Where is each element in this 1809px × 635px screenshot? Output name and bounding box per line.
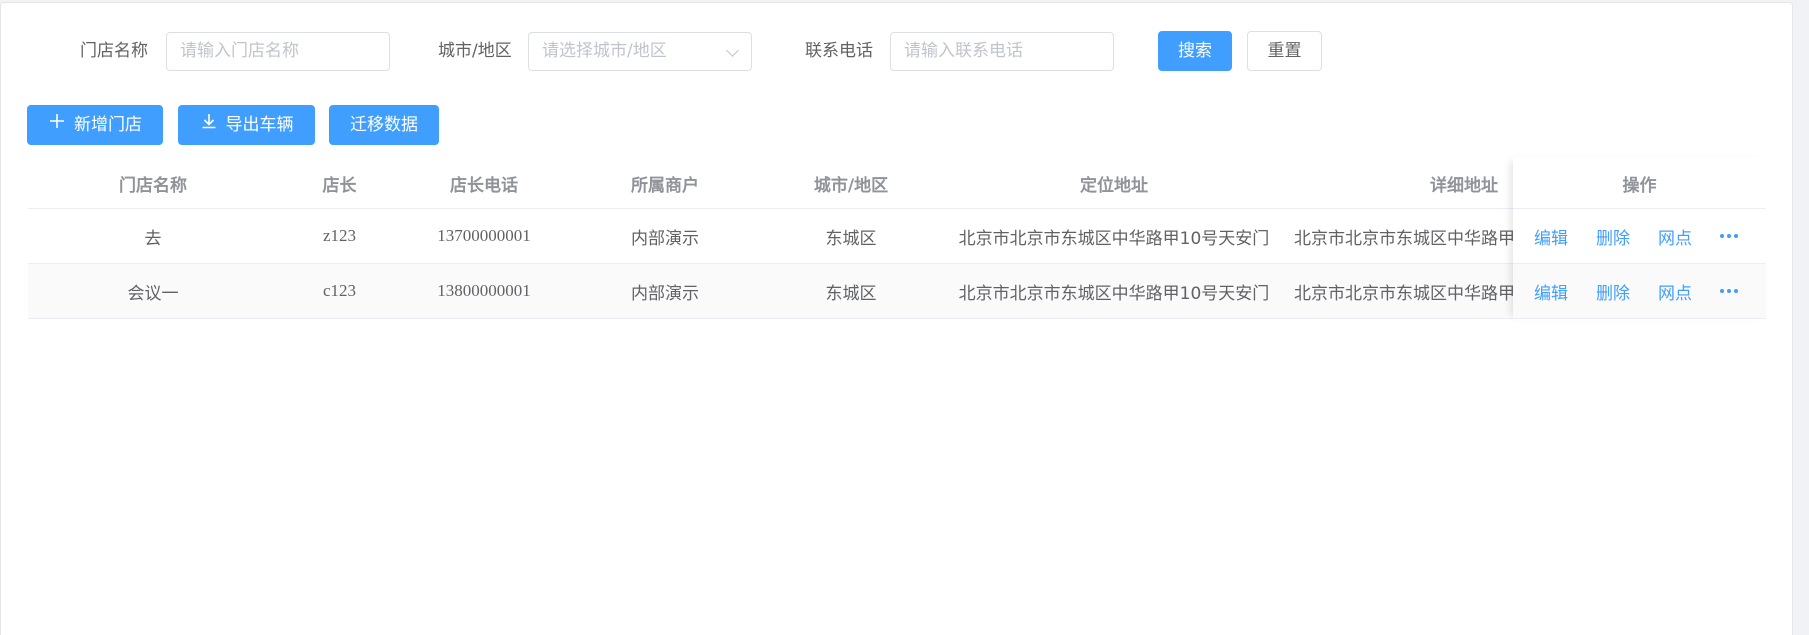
cell-manager: z123 <box>322 226 357 245</box>
main-card: 门店名称 请输入门店名称 城市/地区 请选择城市/地区 联系电话 请输入联系电话… <box>0 2 1793 635</box>
outlet-link[interactable]: 网点 <box>1658 279 1692 304</box>
city-select-placeholder: 请选择城市/地区 <box>542 41 667 61</box>
cell-location-address: 北京市北京市东城区中华路甲10号天安门 <box>958 228 1270 249</box>
header-manager-phone: 店长电话 <box>450 176 518 196</box>
cell-manager-phone: 13700000001 <box>437 226 531 245</box>
row-actions: 编辑 删除 网点 <box>1513 209 1766 264</box>
migrate-data-button[interactable]: 迁移数据 <box>329 105 439 145</box>
header-store-name: 门店名称 <box>119 176 187 196</box>
header-city: 城市/地区 <box>813 176 889 196</box>
city-select[interactable]: 请选择城市/地区 <box>528 32 752 71</box>
row-actions: 编辑 删除 网点 <box>1513 264 1766 319</box>
cell-location-address: 北京市北京市东城区中华路甲10号天安门 <box>958 283 1270 304</box>
outlet-link[interactable]: 网点 <box>1658 224 1692 249</box>
city-label: 城市/地区 <box>438 41 512 61</box>
table-row: 会议一 c123 13800000001 内部演示 东城区 北京市北京市东城区中… <box>28 264 1766 319</box>
header-merchant: 所属商户 <box>631 176 699 196</box>
reset-button[interactable]: 重置 <box>1247 31 1322 71</box>
add-store-button[interactable]: 新增门店 <box>27 105 163 145</box>
cell-merchant: 内部演示 <box>631 228 699 249</box>
cell-detail-address: 北京市北京市东城区中华路甲10号天安门 <box>1294 283 1513 304</box>
header-actions: 操作 <box>1513 159 1766 209</box>
cell-merchant: 内部演示 <box>631 283 699 304</box>
edit-link[interactable]: 编辑 <box>1534 279 1568 304</box>
cell-detail-address: 北京市北京市东城区中华路甲10号天安门 <box>1294 228 1513 249</box>
header-manager: 店长 <box>322 176 357 196</box>
store-name-input[interactable]: 请输入门店名称 <box>166 32 390 71</box>
delete-link[interactable]: 删除 <box>1596 224 1630 249</box>
add-store-label: 新增门店 <box>74 115 142 135</box>
cell-store-name: 会议一 <box>127 283 179 304</box>
plus-icon <box>48 105 66 143</box>
fixed-actions-column: 操作 编辑 删除 网点 编辑 删除 网点 <box>1513 157 1766 320</box>
more-icon[interactable] <box>1720 281 1738 301</box>
search-button[interactable]: 搜索 <box>1158 31 1232 71</box>
delete-link[interactable]: 删除 <box>1596 279 1630 304</box>
store-name-label: 门店名称 <box>80 41 148 61</box>
chevron-down-icon <box>726 44 739 57</box>
cell-manager-phone: 13800000001 <box>437 281 531 300</box>
cell-city: 东城区 <box>825 283 877 304</box>
cell-store-name: 去 <box>144 228 162 249</box>
export-vehicles-label: 导出车辆 <box>225 115 294 135</box>
phone-input[interactable]: 请输入联系电话 <box>890 32 1114 71</box>
header-location-address: 定位地址 <box>1080 176 1148 196</box>
phone-label: 联系电话 <box>805 41 873 61</box>
table-row: 去 z123 13700000001 内部演示 东城区 北京市北京市东城区中华路… <box>28 209 1766 264</box>
more-icon[interactable] <box>1720 226 1738 246</box>
cell-city: 东城区 <box>825 228 877 249</box>
edit-link[interactable]: 编辑 <box>1534 224 1568 249</box>
export-vehicles-button[interactable]: 导出车辆 <box>178 105 315 145</box>
download-icon <box>200 105 218 143</box>
table-header: 门店名称 店长 店长电话 所属商户 城市/地区 定位地址 详细地址 <box>28 159 1766 209</box>
cell-manager: c123 <box>322 281 357 300</box>
